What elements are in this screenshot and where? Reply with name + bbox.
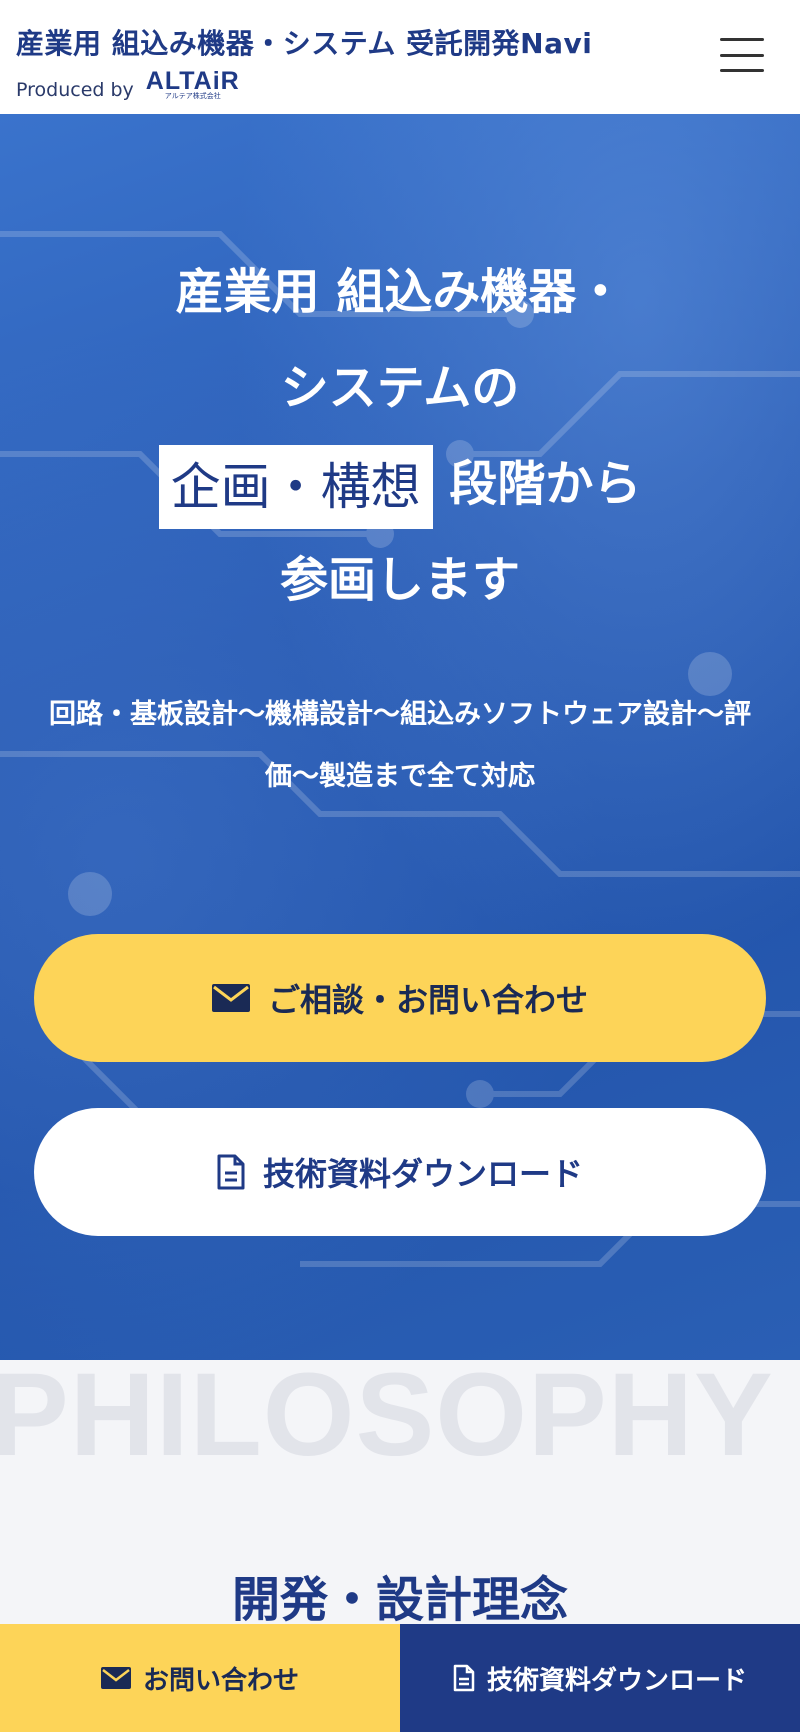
contact-button[interactable]: ご相談・お問い合わせ (34, 934, 766, 1062)
menu-line (720, 38, 764, 41)
mail-icon (100, 1667, 131, 1689)
philosophy-title: 開発・設計理念 (231, 1572, 568, 1628)
bottom-contact-button[interactable]: お問い合わせ (0, 1624, 400, 1732)
bottom-download-button[interactable]: 技術資料ダウンロード (400, 1624, 800, 1732)
hamburger-menu-icon[interactable] (720, 38, 764, 72)
hero-subtext: 回路・基板設計〜機構設計〜組込みソフトウェア設計〜評価〜製造まで全て対応 (49, 699, 751, 792)
document-icon (217, 1154, 245, 1190)
hero-line-3: 企画・構想 段階から (0, 436, 800, 532)
hero-heading: 産業用 組込み機器・ システムの 企画・構想 段階から 参画します (0, 244, 800, 628)
hero-line-4: 参画します (279, 552, 520, 608)
site-title[interactable]: 産業用 組込み機器・システム 受託開発Navi (16, 22, 592, 62)
produced-by-label: Produced by (16, 79, 134, 101)
altair-logo[interactable]: ALTAiR アルテア株式会社 (145, 67, 240, 101)
hero-line-1: 産業用 組込み機器・ (175, 264, 625, 320)
site-header: 産業用 組込み機器・システム 受託開発Navi Produced by ALTA… (0, 0, 800, 114)
philosophy-watermark: PHILOSOPHY (0, 1360, 774, 1481)
logo-subtext: アルテア株式会社 (164, 92, 221, 100)
bottom-download-label: 技術資料ダウンロード (486, 1665, 747, 1696)
hero-line-3-rest: 段階から (449, 456, 642, 512)
hero-highlight: 企画・構想 (158, 445, 433, 529)
menu-line (720, 69, 764, 72)
menu-line (720, 53, 764, 57)
bottom-cta-bar: お問い合わせ 技術資料ダウンロード (0, 1624, 800, 1732)
mail-icon (211, 984, 250, 1012)
hero-line-2: システムの (280, 360, 520, 416)
hero-section: 産業用 組込み機器・ システムの 企画・構想 段階から 参画します 回路・基板設… (0, 114, 800, 1360)
download-button-label: 技術資料ダウンロード (262, 1155, 583, 1193)
bottom-contact-label: お問い合わせ (142, 1665, 299, 1696)
download-button[interactable]: 技術資料ダウンロード (34, 1108, 766, 1236)
contact-button-label: ご相談・お問い合わせ (267, 981, 588, 1019)
produced-by: Produced by ALTAiR アルテア株式会社 (16, 67, 240, 102)
document-icon (453, 1664, 475, 1692)
logo-text: ALTAiR (145, 67, 240, 95)
